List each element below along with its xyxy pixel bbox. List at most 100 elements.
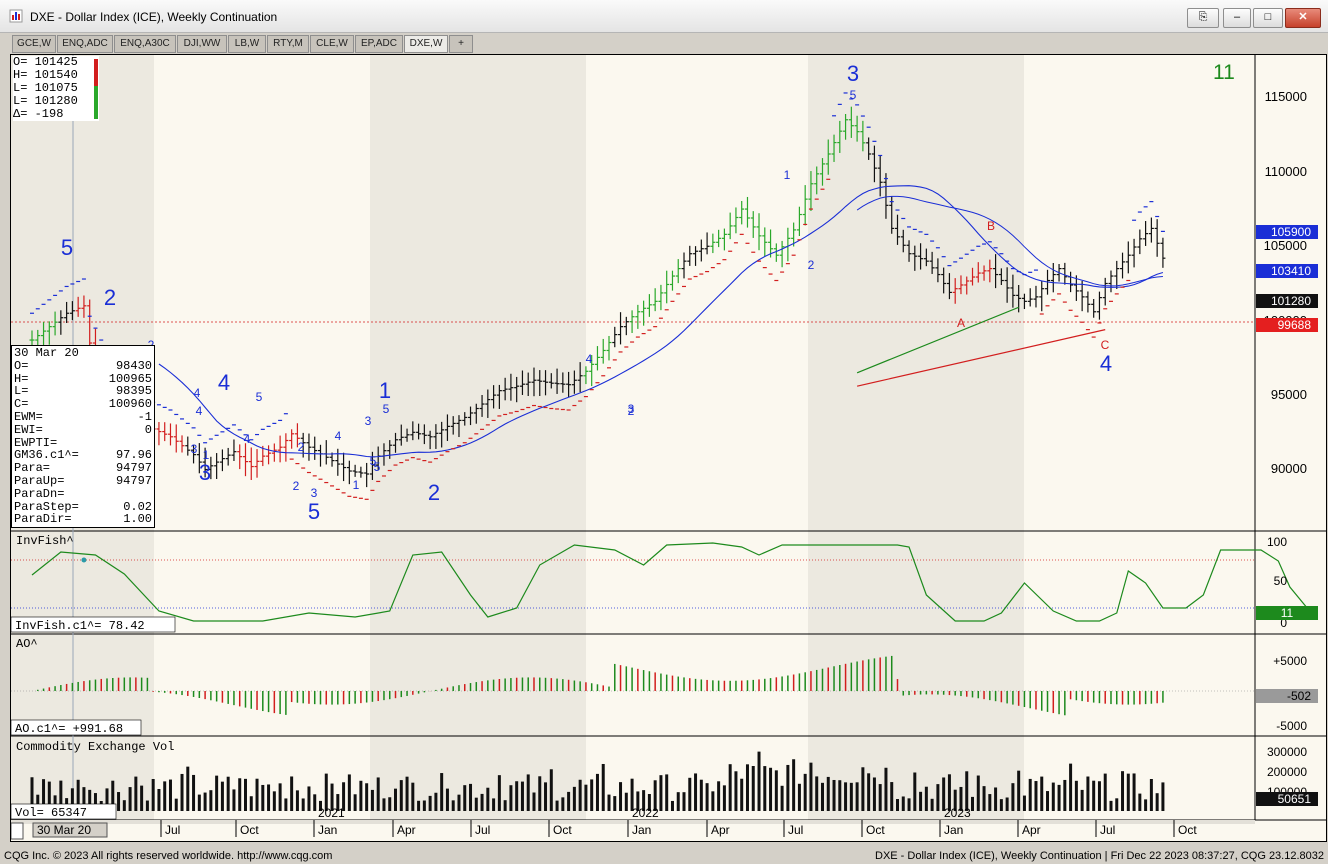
cursor-box-row: EWM= -1 — [14, 411, 154, 424]
vol-tag: 50651 — [1278, 792, 1312, 806]
cursor-box-key: EWM= — [14, 409, 43, 424]
sub-wave-label: 3 — [311, 486, 318, 500]
tab-cle[interactable]: CLE,W — [310, 35, 354, 53]
cqg-app-icon — [9, 9, 23, 23]
invfish-line — [31, 542, 1314, 622]
title-bar: DXE - Dollar Index (ICE), Weekly Continu… — [0, 0, 1328, 33]
invfish-cursor-dot — [81, 557, 87, 563]
price-axis-label: 115000 — [1265, 89, 1307, 104]
link-button[interactable]: ⎘ — [1187, 8, 1219, 28]
ao-readout: AO.c1^= +991.68 — [15, 722, 123, 736]
tab-rty[interactable]: RTY,M — [267, 35, 309, 53]
tab-lb[interactable]: LB,W — [228, 35, 266, 53]
wave-label: A — [957, 316, 965, 330]
link-icon: ⎘ — [1198, 11, 1208, 23]
ohlc-readout: O= 101425 H= 101540 L= 101075 L= 101280 … — [13, 56, 99, 121]
time-axis-label: Apr — [397, 823, 416, 837]
chart-canvas[interactable]: 5243512345BAC2445312435231542123453 1150… — [11, 55, 1326, 841]
wave-label: 3 — [199, 460, 211, 485]
invfish-axis-label: 50 — [1274, 574, 1288, 588]
sub-wave-label: 4 — [586, 352, 593, 366]
sub-wave-label: 5 — [383, 402, 390, 416]
wave-label: 1 — [379, 378, 391, 403]
maximize-button[interactable]: □ — [1253, 8, 1283, 28]
price-axis-label: 105000 — [1264, 238, 1307, 253]
vol-axis-label: 200000 — [1267, 765, 1307, 779]
cursor-box-value: 98430 — [115, 358, 152, 373]
tab-dxe[interactable]: DXE,W — [404, 35, 448, 53]
sub-wave-label: 3 — [365, 414, 372, 428]
sub-wave-label: 2 — [298, 440, 305, 454]
vol-readout: Vol= 65347 — [15, 806, 87, 820]
symbol-tab-bar: GCE,W ENQ,ADC ENQ,A30C DJI,WW LB,W RTY,M… — [0, 33, 1328, 53]
sub-wave-label: 3 — [628, 402, 635, 416]
tab-enq-a30c[interactable]: ENQ,A30C — [114, 35, 176, 53]
cursor-box-key: ParaDn= — [14, 486, 65, 501]
minimize-icon: – — [1233, 11, 1241, 23]
price-tag-blue1: 105900 — [1271, 225, 1311, 239]
year-label: 2023 — [944, 806, 971, 820]
status-footer: CQG Inc. © 2023 All rights reserved worl… — [0, 848, 1328, 864]
close-button[interactable]: ✕ — [1285, 8, 1321, 28]
wave-label: B — [987, 219, 995, 233]
close-icon: ✕ — [1298, 11, 1308, 23]
price-tag-blue2: 103410 — [1271, 264, 1311, 278]
wave-label: C — [1101, 338, 1110, 352]
cursor-box-value: 0 — [144, 422, 152, 437]
ao-tag: -502 — [1287, 689, 1311, 703]
cursor-data-box: 30 Mar 20 O= 98430 H= 100965 L= 98395 C= 100960… — [11, 345, 155, 529]
time-axis-label: Oct — [1178, 823, 1197, 837]
time-axis-label: Jan — [632, 823, 651, 837]
invfish-axis-label: 100 — [1267, 535, 1287, 549]
invfish-readout: InvFish.c1^= 78.42 — [15, 619, 145, 633]
time-axis-label: Oct — [866, 823, 885, 837]
cursor-box-date: 30 Mar 20 — [14, 346, 79, 360]
wave-label: 2 — [104, 285, 116, 310]
cursor-box-row: ParaDn= — [14, 486, 154, 501]
price-axis-label: 95000 — [1271, 387, 1307, 402]
time-axis-label: Jul — [788, 823, 803, 837]
window-title: DXE - Dollar Index (ICE), Weekly Continu… — [30, 10, 278, 24]
tab-ep-adc[interactable]: EP,ADC — [355, 35, 403, 53]
sub-wave-label: 4 — [244, 432, 251, 446]
time-axis-label: Oct — [240, 823, 259, 837]
minimize-button[interactable]: – — [1223, 8, 1251, 28]
cursor-box-value: 1.00 — [123, 512, 152, 527]
background-band — [808, 55, 1024, 820]
wave-label: 3 — [847, 61, 859, 86]
price-axis-label: 90000 — [1271, 461, 1307, 476]
tab-dji[interactable]: DJI,WW — [177, 35, 227, 53]
vol-name: Commodity Exchange Vol — [16, 740, 174, 754]
tab-enq-adc[interactable]: ENQ,ADC — [57, 35, 113, 53]
sub-wave-label: 3 — [191, 442, 198, 456]
year-label: 2021 — [318, 806, 345, 820]
ao-axis-label: +5000 — [1273, 654, 1307, 668]
price-tag-red: 99688 — [1278, 318, 1312, 332]
cursor-box-key: ParaUp= — [14, 473, 65, 488]
chart-area[interactable]: 5243512345BAC2445312435231542123453 1150… — [10, 54, 1327, 842]
wave-label: 5 — [308, 499, 320, 524]
sub-wave-label: 2 — [293, 479, 300, 493]
tab-gce[interactable]: GCE,W — [12, 35, 56, 53]
wave-label: 5 — [61, 235, 73, 260]
time-axis-label: Jul — [165, 823, 180, 837]
time-axis-label: Jan — [318, 823, 337, 837]
status-text: DXE - Dollar Index (ICE), Weekly Continu… — [875, 850, 1324, 862]
wave-count-label: 11 — [1213, 61, 1235, 84]
sub-wave-label: 5 — [374, 460, 381, 474]
add-tab-button[interactable]: + — [449, 35, 473, 53]
time-axis-label: Jan — [944, 823, 963, 837]
cursor-date-label: 30 Mar 20 — [37, 823, 91, 837]
maximize-icon: □ — [1264, 11, 1272, 23]
invfish-name: InvFish^ — [16, 534, 74, 548]
sub-wave-label: 2 — [808, 258, 815, 272]
ao-name: AO^ — [16, 637, 38, 651]
price-tag-last: 101280 — [1271, 294, 1311, 308]
sub-wave-label: 1 — [784, 168, 791, 182]
wave-label: 5 — [850, 88, 857, 102]
cursor-box-key: EWI= — [14, 422, 43, 437]
cursor-box-value: -1 — [137, 409, 152, 424]
cursor-box-key: O= — [14, 358, 29, 373]
ohlc-delta: Δ= -198 — [13, 107, 64, 121]
ohlc-color-bar — [94, 59, 98, 119]
